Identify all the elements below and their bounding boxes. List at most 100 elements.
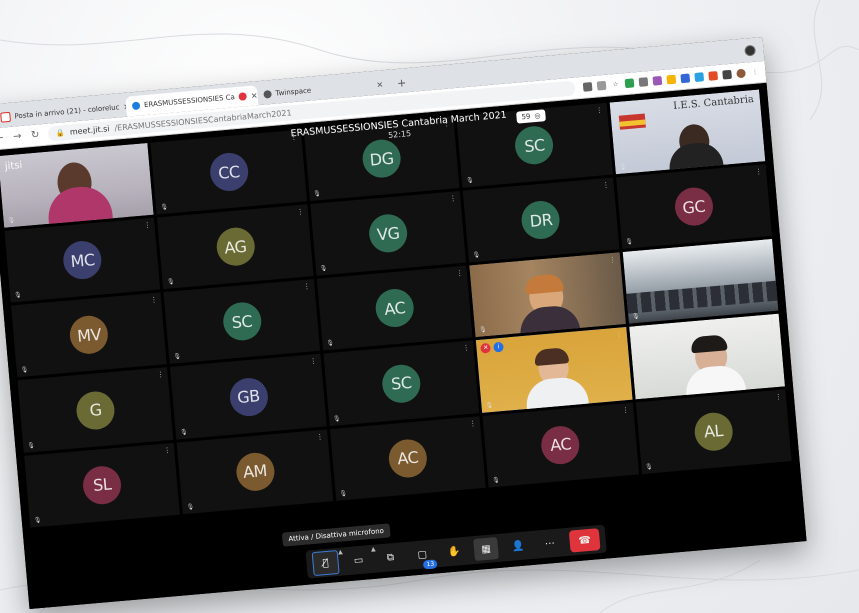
extension-icon[interactable] (666, 74, 677, 85)
translate-icon[interactable] (596, 80, 607, 91)
participant-avatar: DR (520, 199, 562, 241)
tile-menu-icon[interactable]: ⋮ (157, 371, 165, 380)
tab-label: Twinspace (275, 86, 312, 98)
chat-icon: ▢ (417, 548, 428, 561)
close-tab-icon[interactable]: ✕ (376, 80, 383, 90)
raise-hand-button[interactable]: ✋ (441, 540, 467, 564)
jitsi-watermark: jitsi (4, 159, 23, 173)
host-video-tile[interactable]: jitsi 🎙 ⋮ (0, 142, 155, 228)
tile-menu-icon[interactable]: ⋮ (316, 432, 324, 441)
participant-tile[interactable]: DR 🎙 ⋮ (462, 177, 620, 263)
participant-tile[interactable]: CC 🎙 ⋮ (150, 129, 307, 215)
participant-tile[interactable]: SC 🎙 ⋮ (323, 340, 480, 426)
participant-avatar: AC (540, 424, 582, 466)
tile-menu-icon[interactable]: ⋮ (150, 296, 158, 305)
participant-avatar: SC (513, 124, 556, 166)
tile-menu-icon[interactable]: ⋮ (596, 106, 604, 115)
lock-icon: 🔒 (55, 128, 66, 138)
invite-button[interactable]: 👤 (505, 534, 531, 558)
speaker-video-tile[interactable]: ✕ i 🎙 ⋮ (476, 327, 633, 413)
mic-status-icon: 🎙 (20, 366, 29, 375)
speaker-icon[interactable] (638, 77, 649, 87)
puzzle-icon[interactable] (722, 69, 732, 80)
reload-icon[interactable]: ↻ (30, 129, 41, 141)
tile-menu-icon[interactable]: ⋮ (462, 344, 470, 353)
teacher-video-tile[interactable]: 🎙 ⋮ (469, 252, 626, 338)
participant-tile[interactable]: SC 🎙 ⋮ (163, 279, 320, 365)
more-options-button[interactable]: ⋯ (537, 531, 563, 555)
participant-tile[interactable]: AC 🎙 ⋮ (482, 402, 639, 488)
tile-view-button[interactable]: ▦ (473, 537, 499, 562)
hang-up-button[interactable]: ☎ (568, 528, 601, 553)
tile-menu-icon[interactable]: ⋮ (755, 168, 763, 177)
mic-status-icon: 🎙 (491, 476, 501, 485)
participant-avatar: MC (61, 239, 104, 281)
window-control-icon[interactable] (744, 44, 757, 57)
participant-avatar: DG (361, 138, 403, 180)
participant-avatar: AG (214, 226, 256, 268)
student-video-tile[interactable]: 🎙 ⋮ (628, 314, 785, 400)
participant-tile[interactable]: GC 🎙 ⋮ (615, 164, 772, 250)
participant-tile[interactable]: AL 🎙 ⋮ (635, 388, 792, 474)
school-sign: I.E.S. Cantabria (672, 93, 755, 112)
tile-menu-icon[interactable]: ⋮ (775, 392, 783, 401)
extension-icon[interactable] (680, 73, 691, 84)
tile-menu-icon[interactable]: ⋮ (449, 194, 457, 203)
participant-avatar: AL (692, 410, 735, 453)
extension-icon[interactable] (694, 72, 705, 83)
profile-avatar[interactable] (736, 68, 746, 79)
participant-tile[interactable]: AC 🎙 ⋮ (329, 415, 486, 501)
extension-icon[interactable] (652, 75, 663, 86)
participant-avatar: AC (374, 287, 416, 330)
extension-icon[interactable] (708, 71, 719, 81)
participant-tile[interactable]: MC 🎙 ⋮ (4, 217, 161, 303)
school-video-tile[interactable]: I.E.S. Cantabria 🎙 ⋮ (609, 89, 766, 175)
participant-tile[interactable]: AG 🎙 ⋮ (157, 204, 314, 290)
tile-menu-icon[interactable]: ⋮ (748, 93, 756, 102)
forward-icon[interactable]: → (12, 131, 23, 143)
gmail-icon (0, 111, 11, 123)
screen-share-button[interactable]: ⧉ (377, 545, 403, 569)
classroom-video-tile[interactable]: 🎙 ⋮ (622, 239, 779, 325)
tile-menu-icon[interactable]: ⋮ (310, 358, 318, 367)
participant-tile[interactable]: VG 🎙 ⋮ (310, 191, 467, 277)
tile-menu-icon[interactable]: ⋮ (615, 331, 623, 340)
screen-share-icon: ⧉ (386, 551, 395, 564)
mic-status-icon: 🎙 (638, 388, 647, 396)
tile-menu-icon[interactable]: ⋮ (602, 181, 610, 190)
participant-avatar: GC (673, 186, 715, 228)
tile-menu-icon[interactable]: ⋮ (303, 283, 311, 292)
tile-menu-icon[interactable]: ⋮ (469, 419, 477, 428)
tile-menu-icon[interactable]: ⋮ (144, 221, 152, 230)
participant-tile[interactable]: AC 🎙 ⋮ (316, 265, 473, 351)
participant-count-badge[interactable]: 59 ◎ (516, 109, 547, 124)
mic-status-icon: 🎙 (160, 203, 169, 212)
chevron-up-icon[interactable]: ▲ (371, 546, 376, 553)
participant-tile[interactable]: G 🎙 ⋮ (17, 367, 174, 453)
participants-badge: 13 (423, 559, 438, 570)
camera-toggle-button[interactable]: ▭ ▲ (346, 546, 376, 572)
tab-label: ERASMUSSESSIONSIES Ca (143, 93, 236, 110)
participant-tile[interactable]: GB 🎙 ⋮ (170, 354, 327, 440)
tile-menu-icon[interactable]: ⋮ (163, 446, 171, 455)
tile-menu-icon[interactable]: ⋮ (609, 256, 617, 265)
back-icon[interactable]: ← (0, 132, 5, 145)
camera-icon[interactable] (582, 82, 593, 92)
participant-tile[interactable]: SL 🎙 ⋮ (24, 442, 181, 528)
mic-status-icon: 🎙 (618, 163, 627, 172)
participant-tile[interactable]: MV 🎙 ⋮ (11, 292, 168, 378)
tile-menu-icon[interactable]: ⋮ (456, 269, 464, 278)
extension-icon[interactable] (624, 78, 635, 89)
mic-toggle-button[interactable]: 🎙̸ ▲ (311, 549, 343, 577)
tile-menu-icon[interactable]: ⋮ (761, 243, 769, 252)
star-icon[interactable]: ☆ (610, 79, 621, 90)
tile-menu-icon[interactable]: ⋮ (622, 406, 630, 415)
participant-tile[interactable]: AM 🎙 ⋮ (176, 429, 334, 515)
chat-button[interactable]: ▢ 13 (409, 543, 438, 570)
tile-menu-icon[interactable]: ⋮ (137, 146, 145, 155)
menu-icon[interactable]: ⋮ (750, 67, 760, 78)
mic-status-icon: 🎙 (472, 251, 481, 260)
chevron-up-icon[interactable]: ▲ (338, 549, 343, 556)
tile-menu-icon[interactable]: ⋮ (768, 317, 776, 326)
tile-menu-icon[interactable]: ⋮ (296, 208, 304, 217)
